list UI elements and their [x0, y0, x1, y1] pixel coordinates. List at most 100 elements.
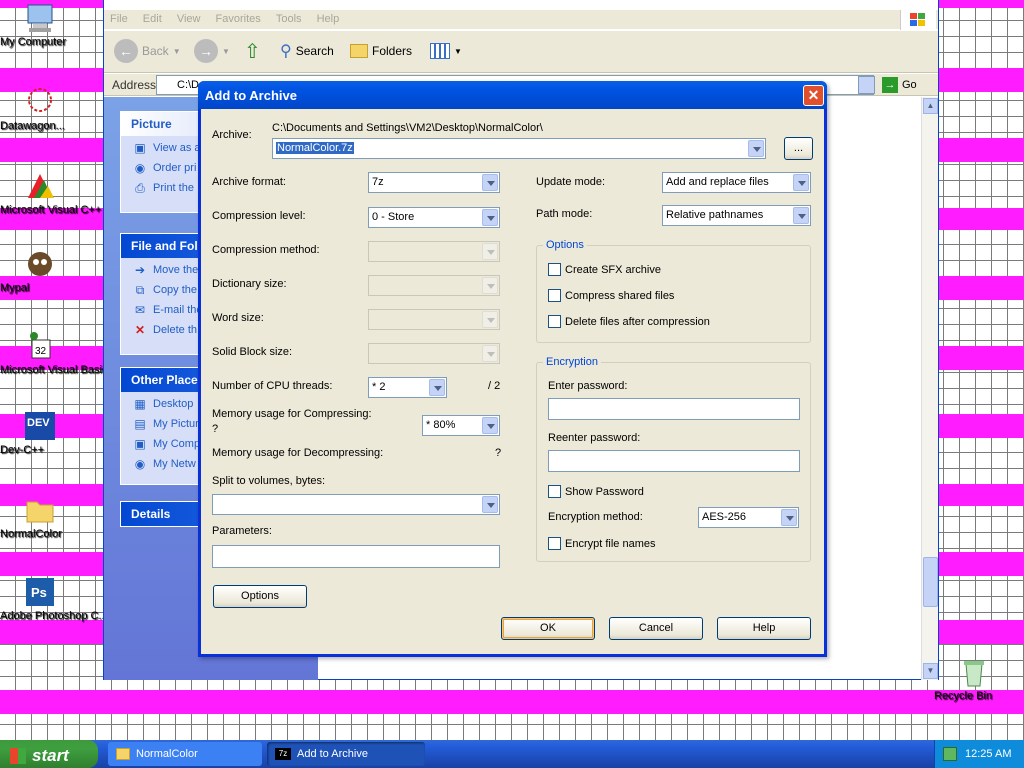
dictionary-size-label: Dictionary size: [212, 278, 287, 290]
dialog-title-bar[interactable]: Add to Archive ✕ [198, 81, 827, 109]
ok-button[interactable]: OK [501, 617, 595, 640]
memory-decompress-label: Memory usage for Decompressing: [212, 447, 384, 459]
split-volumes-label: Split to volumes, bytes: [212, 475, 326, 487]
desktop-icon-visual-basic[interactable]: 32 Microsoft Visual Basic 6.0 [0, 330, 126, 376]
path-mode-select[interactable]: Relative pathnames [662, 205, 811, 226]
compression-level-label: Compression level: [212, 210, 306, 222]
compression-method-select[interactable] [368, 241, 500, 262]
encrypt-names-checkbox[interactable]: Encrypt file names [548, 537, 655, 550]
memory-decompress-value: ? [495, 447, 502, 459]
memory-usage-select[interactable]: * 80% [422, 415, 500, 436]
forward-button[interactable]: → ▼ [194, 37, 230, 65]
taskbar: start NormalColor 7z Add to Archive 12:2… [0, 740, 1024, 768]
memory-compress-label: Memory usage for Compressing: [212, 408, 372, 420]
computer-small-icon: ▣ [134, 436, 146, 451]
menu-view[interactable]: View [171, 10, 207, 28]
folders-button[interactable]: Folders [350, 37, 412, 65]
chevron-down-icon [482, 277, 498, 294]
slideshow-icon: ▣ [134, 140, 146, 155]
reenter-password-field[interactable] [548, 450, 800, 472]
menu-help[interactable]: Help [311, 10, 346, 28]
menu-file[interactable]: File [104, 10, 134, 28]
up-folder-icon: ⇧ [244, 40, 261, 63]
solid-block-size-select[interactable] [368, 343, 500, 364]
desktop-icon-mypal[interactable]: Mypal [0, 248, 80, 294]
desktop-icon-my-computer[interactable]: My Computer [0, 2, 80, 48]
chevron-down-icon [748, 140, 764, 157]
copy-icon: ⧉ [135, 282, 145, 297]
views-button[interactable]: ▼ [430, 37, 462, 65]
menu-edit[interactable]: Edit [137, 10, 168, 28]
archive-format-select[interactable]: 7z [368, 172, 500, 193]
close-button[interactable]: ✕ [803, 85, 824, 106]
datawagon-icon [24, 86, 56, 118]
taskbar-item-add-to-archive[interactable]: 7z Add to Archive [267, 742, 425, 766]
archive-path: C:\Documents and Settings\VM2\Desktop\No… [272, 122, 543, 134]
archive-label: Archive: [212, 129, 252, 141]
delete-after-checkbox[interactable]: Delete files after compression [548, 315, 710, 328]
chevron-down-icon [482, 311, 498, 328]
browse-button[interactable]: ... [784, 137, 813, 160]
visual-cpp-icon [24, 170, 56, 202]
encryption-group-title: Encryption [543, 356, 601, 368]
word-size-select[interactable] [368, 309, 500, 330]
svg-text:DEV: DEV [27, 417, 50, 429]
desktop-icon-visual-cpp[interactable]: Microsoft Visual C++ 6.0 [0, 170, 120, 216]
chevron-down-icon [793, 207, 809, 224]
split-volumes-combobox[interactable] [212, 494, 500, 515]
options-button[interactable]: Options [213, 585, 307, 608]
desktop-icon-datawagon[interactable]: Datawagon... [0, 86, 80, 132]
chevron-down-icon [482, 243, 498, 260]
views-icon [430, 43, 450, 59]
tray-network-icon[interactable] [943, 747, 957, 761]
folders-icon [350, 44, 368, 58]
desktop-icon-recycle-bin[interactable]: Recycle Bin [934, 656, 1014, 702]
desktop-icon: ▦ [134, 396, 146, 411]
archive-format-label: Archive format: [212, 176, 286, 188]
chevron-down-icon [482, 209, 498, 226]
vertical-scrollbar[interactable]: ▲ ▼ [921, 97, 938, 680]
system-tray: 12:25 AM [934, 740, 1024, 768]
dialog-title: Add to Archive [205, 88, 297, 103]
address-dropdown[interactable] [858, 76, 875, 94]
dictionary-size-select[interactable] [368, 275, 500, 296]
scroll-down-button[interactable]: ▼ [923, 663, 938, 679]
cancel-button[interactable]: Cancel [609, 617, 703, 640]
network-icon: ◉ [134, 456, 146, 471]
order-prints-icon: ◉ [134, 160, 146, 175]
desktop-icon-normalcolor-folder[interactable]: NormalColor [0, 494, 80, 540]
up-folder-button[interactable]: ⇧ [244, 37, 261, 65]
taskbar-item-normalcolor[interactable]: NormalColor [108, 742, 262, 766]
menu-favorites[interactable]: Favorites [210, 10, 267, 28]
scroll-up-button[interactable]: ▲ [923, 98, 938, 114]
options-group: Options Create SFX archive Compress shar… [536, 239, 811, 343]
dev-cpp-icon: DEV [24, 410, 56, 442]
desktop-icon-dev-cpp[interactable]: DEV Dev-C++ [0, 410, 80, 456]
compress-shared-checkbox[interactable]: Compress shared files [548, 289, 674, 302]
parameters-input[interactable] [212, 545, 500, 568]
desktop-icon-photoshop[interactable]: Ps Adobe Photoshop C... [0, 576, 108, 622]
create-sfx-checkbox[interactable]: Create SFX archive [548, 263, 661, 276]
update-mode-select[interactable]: Add and replace files [662, 172, 811, 193]
forward-arrow-icon: → [194, 39, 218, 63]
encryption-method-select[interactable]: AES-256 [698, 507, 799, 528]
go-button[interactable]: → Go [882, 77, 917, 93]
help-button[interactable]: Help [717, 617, 811, 640]
cpu-threads-select[interactable]: * 2 [368, 377, 447, 398]
pictures-folder-icon: ▤ [134, 416, 146, 431]
compression-method-label: Compression method: [212, 244, 320, 256]
chevron-down-icon [781, 509, 797, 526]
show-password-checkbox[interactable]: Show Password [548, 485, 644, 498]
back-button[interactable]: ← Back ▼ [114, 37, 181, 65]
scroll-thumb[interactable] [923, 557, 938, 607]
parameters-label: Parameters: [212, 525, 272, 537]
menu-tools[interactable]: Tools [270, 10, 308, 28]
start-button[interactable]: start [0, 740, 98, 768]
search-button[interactable]: ⚲ Search [280, 37, 334, 65]
folder-icon [24, 494, 56, 526]
address-label: Address [112, 78, 157, 92]
enter-password-field[interactable] [548, 398, 800, 420]
compression-level-select[interactable]: 0 - Store [368, 207, 500, 228]
archive-name-combobox[interactable]: NormalColor.7z [272, 138, 766, 159]
clock[interactable]: 12:25 AM [965, 748, 1011, 760]
